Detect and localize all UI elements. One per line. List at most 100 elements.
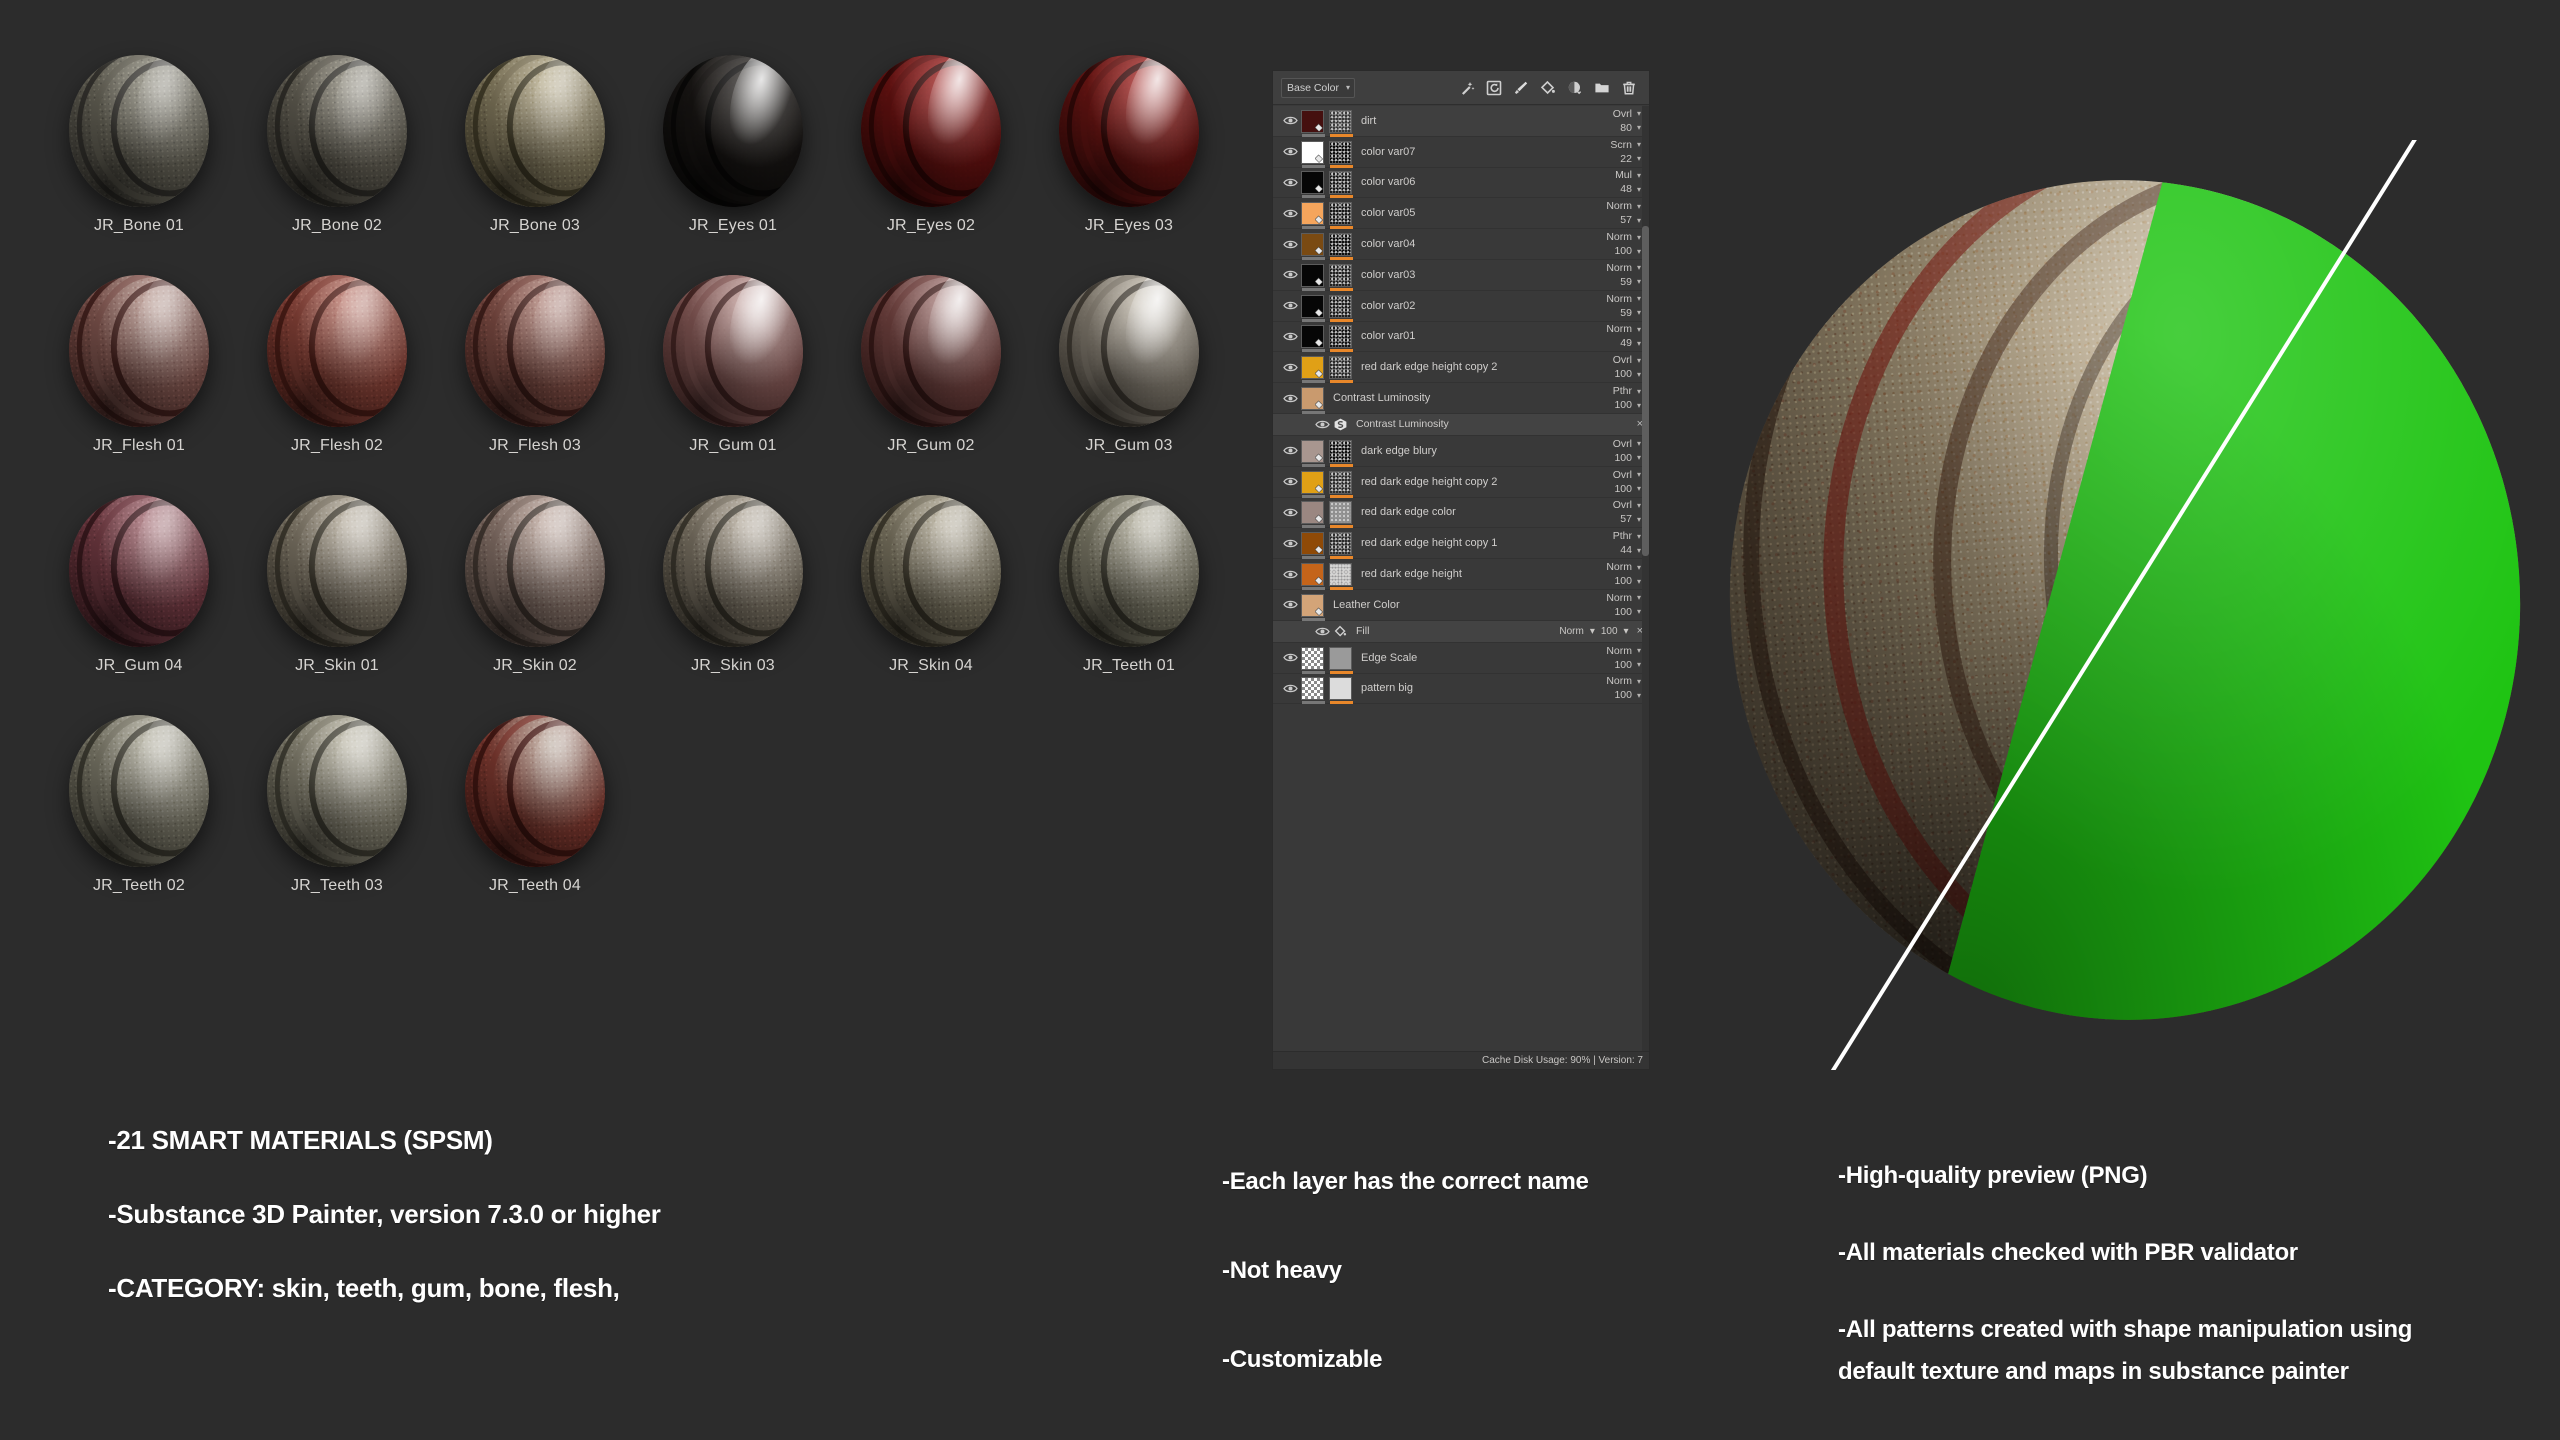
layer-row[interactable]: pattern big Norm ▾ 100 ▾ (1273, 674, 1649, 705)
layer-row[interactable]: red dark edge color Ovrl ▾ 57 ▾ (1273, 498, 1649, 529)
layer-mask-thumbnail[interactable] (1329, 140, 1353, 168)
layer-mask-thumbnail[interactable] (1329, 202, 1353, 230)
layer-color-thumbnail[interactable] (1301, 109, 1325, 137)
effect-visibility-toggle[interactable] (1313, 626, 1331, 637)
eye-icon[interactable] (1282, 538, 1298, 549)
eye-icon[interactable] (1282, 300, 1298, 311)
layer-color-thumbnail[interactable] (1301, 532, 1325, 560)
layer-blend-mode[interactable]: Norm ▾ (1606, 200, 1641, 212)
layer-row[interactable]: color var07 Scrn ▾ 22 ▾ (1273, 137, 1649, 168)
trash-icon[interactable] (1621, 80, 1637, 96)
material-swatch[interactable]: JR_Flesh 01 (40, 271, 238, 495)
layer-opacity[interactable]: 59 ▾ (1620, 307, 1641, 319)
layer-mask-thumbnail[interactable] (1329, 171, 1353, 199)
layer-visibility-toggle[interactable] (1279, 599, 1301, 610)
layer-opacity[interactable]: 57 ▾ (1620, 214, 1641, 226)
smart-mask-icon[interactable] (1486, 80, 1502, 96)
material-swatch[interactable]: JR_Eyes 01 (634, 51, 832, 275)
eye-icon[interactable] (1282, 476, 1298, 487)
eye-icon[interactable] (1282, 331, 1298, 342)
layer-opacity[interactable]: 57 ▾ (1620, 513, 1641, 525)
layer-opacity[interactable]: 100 ▾ (1614, 399, 1641, 411)
layer-visibility-toggle[interactable] (1279, 538, 1301, 549)
layer-mask-thumbnail[interactable] (1329, 501, 1353, 529)
paint-brush-icon[interactable] (1513, 80, 1529, 96)
layer-row[interactable]: color var02 Norm ▾ 59 ▾ (1273, 291, 1649, 322)
layer-visibility-toggle[interactable] (1279, 683, 1301, 694)
eye-icon[interactable] (1282, 146, 1298, 157)
layer-blend-mode[interactable]: Pthr ▾ (1613, 530, 1641, 542)
material-swatch[interactable]: JR_Teeth 03 (238, 711, 436, 935)
layer-visibility-toggle[interactable] (1279, 269, 1301, 280)
layer-color-thumbnail[interactable] (1301, 387, 1325, 415)
layer-row[interactable]: red dark edge height Norm ▾ 100 ▾ (1273, 559, 1649, 591)
layer-color-thumbnail[interactable] (1301, 294, 1325, 322)
layer-opacity[interactable]: 100 ▾ (1614, 606, 1641, 618)
layer-blend-mode[interactable]: Norm ▾ (1606, 231, 1641, 243)
layer-row[interactable]: Contrast Luminosity Pthr ▾ 100 ▾ (1273, 383, 1649, 415)
layer-blend-mode[interactable]: Ovrl ▾ (1613, 438, 1641, 450)
layer-color-thumbnail[interactable] (1301, 677, 1325, 705)
layer-opacity[interactable]: 22 ▾ (1620, 153, 1641, 165)
layer-blend-mode[interactable]: Scrn ▾ (1610, 139, 1641, 151)
material-swatch[interactable]: JR_Skin 04 (832, 491, 1030, 715)
paint-bucket-icon[interactable] (1540, 80, 1556, 96)
layer-blend-mode[interactable]: Ovrl ▾ (1613, 354, 1641, 366)
layer-row[interactable]: red dark edge height copy 2 Ovrl ▾ 100 ▾ (1273, 467, 1649, 498)
material-swatch[interactable]: JR_Bone 03 (436, 51, 634, 275)
layer-color-thumbnail[interactable] (1301, 593, 1325, 621)
folder-icon[interactable] (1594, 80, 1610, 96)
magic-wand-icon[interactable] (1459, 80, 1475, 96)
eye-icon[interactable] (1314, 626, 1330, 637)
layer-color-thumbnail[interactable] (1301, 470, 1325, 498)
layer-stack-list[interactable]: dirt Ovrl ▾ 80 ▾ color var07 Scrn ▾ 22 ▾ color var… (1273, 106, 1649, 1051)
layer-mask-thumbnail[interactable] (1329, 356, 1353, 384)
eye-icon[interactable] (1282, 239, 1298, 250)
layer-visibility-toggle[interactable] (1279, 177, 1301, 188)
eye-icon[interactable] (1282, 393, 1298, 404)
layer-blend-mode[interactable]: Norm ▾ (1606, 561, 1641, 573)
layer-color-thumbnail[interactable] (1301, 263, 1325, 291)
eye-icon[interactable] (1314, 419, 1330, 430)
layer-visibility-toggle[interactable] (1279, 146, 1301, 157)
eye-icon[interactable] (1282, 599, 1298, 610)
material-swatch[interactable]: JR_Eyes 03 (1030, 51, 1228, 275)
layer-color-thumbnail[interactable] (1301, 140, 1325, 168)
layer-row[interactable]: dark edge blury Ovrl ▾ 100 ▾ (1273, 436, 1649, 467)
layer-opacity[interactable]: 100 ▾ (1614, 689, 1641, 701)
scrollbar-knob[interactable] (1642, 226, 1649, 556)
material-swatch[interactable]: JR_Teeth 01 (1030, 491, 1228, 715)
layer-row[interactable]: red dark edge height copy 2 Ovrl ▾ 100 ▾ (1273, 352, 1649, 384)
eye-icon[interactable] (1282, 269, 1298, 280)
layer-mask-thumbnail[interactable] (1329, 439, 1353, 467)
layer-mask-thumbnail[interactable] (1329, 646, 1353, 674)
layer-row[interactable]: Edge Scale Norm ▾ 100 ▾ (1273, 643, 1649, 674)
layer-blend-mode[interactable]: Norm ▾ (1606, 262, 1641, 274)
layer-row[interactable]: color var03 Norm ▾ 59 ▾ (1273, 260, 1649, 291)
layer-color-thumbnail[interactable] (1301, 439, 1325, 467)
layer-blend-mode[interactable]: Ovrl ▾ (1613, 108, 1641, 120)
layer-row[interactable]: color var01 Norm ▾ 49 ▾ (1273, 322, 1649, 353)
layer-color-thumbnail[interactable] (1301, 325, 1325, 353)
layer-visibility-toggle[interactable] (1279, 393, 1301, 404)
material-swatch[interactable]: JR_Skin 03 (634, 491, 832, 715)
layer-blend-mode[interactable]: Norm ▾ (1606, 293, 1641, 305)
layer-color-thumbnail[interactable] (1301, 171, 1325, 199)
material-swatch[interactable]: JR_Teeth 02 (40, 711, 238, 935)
material-swatch[interactable]: JR_Bone 02 (238, 51, 436, 275)
layer-mask-thumbnail[interactable] (1329, 263, 1353, 291)
layer-row[interactable]: Leather Color Norm ▾ 100 ▾ (1273, 590, 1649, 621)
material-swatch[interactable]: JR_Skin 02 (436, 491, 634, 715)
layer-blend-mode[interactable]: Ovrl ▾ (1613, 469, 1641, 481)
layer-row[interactable]: red dark edge height copy 1 Pthr ▾ 44 ▾ (1273, 528, 1649, 560)
layer-visibility-toggle[interactable] (1279, 239, 1301, 250)
layer-opacity[interactable]: 59 ▾ (1620, 276, 1641, 288)
layer-opacity[interactable]: 100 ▾ (1614, 452, 1641, 464)
eye-icon[interactable] (1282, 208, 1298, 219)
material-swatch[interactable]: JR_Skin 01 (238, 491, 436, 715)
layer-visibility-toggle[interactable] (1279, 476, 1301, 487)
layer-mask-thumbnail[interactable] (1329, 233, 1353, 261)
layer-mask-thumbnail[interactable] (1329, 325, 1353, 353)
layer-blend-mode[interactable]: Pthr ▾ (1613, 385, 1641, 397)
material-swatch[interactable]: JR_Eyes 02 (832, 51, 1030, 275)
